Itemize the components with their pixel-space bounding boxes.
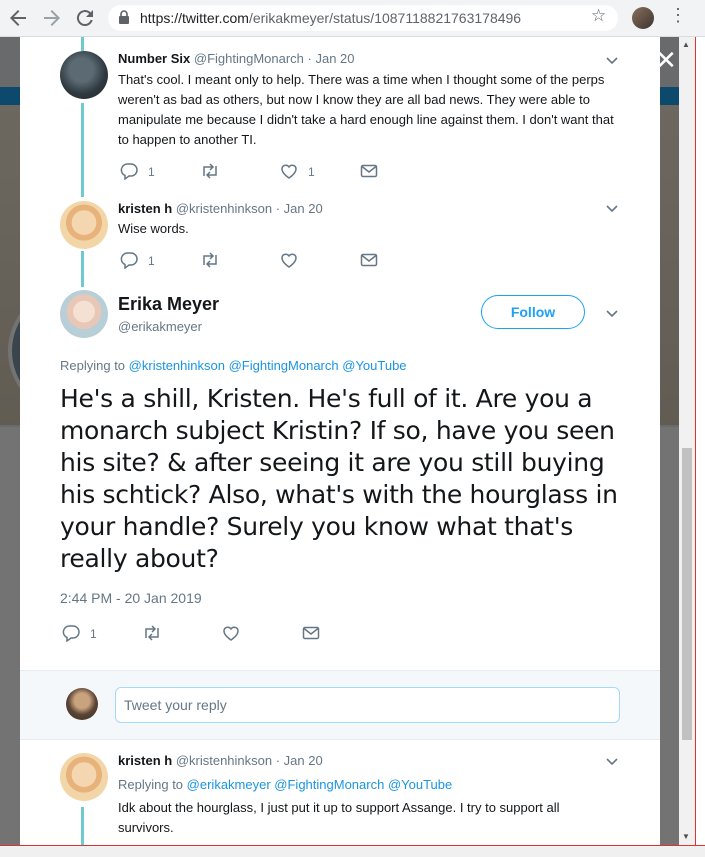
thread-line — [81, 807, 84, 845]
envelope-icon — [360, 253, 378, 267]
avatar[interactable] — [60, 290, 108, 338]
tweet-text: Idk about the hourglass, I just put it u… — [118, 800, 560, 835]
heart-icon — [281, 253, 297, 268]
tweet-date[interactable]: · Jan 20 — [276, 201, 323, 216]
tweet-timestamp[interactable]: 2:44 PM - 20 Jan 2019 — [60, 590, 202, 606]
envelope-icon — [302, 626, 320, 640]
handle[interactable]: @erikakmeyer — [118, 319, 202, 334]
mention-link[interactable]: @FightingMonarch — [229, 358, 339, 373]
display-name[interactable]: kristen h — [118, 753, 172, 768]
retweet-icon — [203, 163, 217, 179]
tweet-date[interactable]: · Jan 20 — [276, 753, 323, 768]
reply-icon — [120, 163, 138, 180]
chevron-down-icon[interactable] — [606, 57, 618, 65]
scroll-down-arrow-icon[interactable]: ▼ — [682, 832, 690, 841]
menu-dots-icon[interactable]: ⋮ — [669, 5, 687, 26]
avatar[interactable] — [60, 201, 108, 249]
browser-toolbar: https://twitter.com/erikakmeyer/status/1… — [0, 0, 705, 37]
window-edge — [695, 37, 705, 857]
tweet-text: Wise words. — [118, 221, 189, 236]
display-name[interactable]: Number Six — [118, 51, 190, 66]
replying-prefix: Replying to — [118, 777, 184, 792]
display-name[interactable]: kristen h — [118, 201, 172, 216]
mention-link[interactable]: @kristenhinkson — [129, 358, 225, 373]
replying-to: Replying to @erikakmeyer @FightingMonarc… — [118, 777, 452, 792]
handle[interactable]: @kristenhinkson — [176, 753, 272, 768]
heart-icon — [281, 164, 297, 179]
thread-line — [81, 37, 84, 51]
reply-icon — [120, 252, 138, 269]
reply-icon — [62, 625, 80, 642]
mention-link[interactable]: @YouTube — [342, 358, 406, 373]
retweet-icon — [203, 252, 217, 268]
tweet-header: kristen h @kristenhinkson · Jan 20 — [118, 201, 323, 216]
scroll-up-arrow-icon[interactable]: ▲ — [682, 40, 690, 49]
handle[interactable]: @kristenhinkson — [176, 201, 272, 216]
reply-count: 1 — [148, 165, 155, 179]
reply-composer: Tweet your reply — [20, 670, 660, 740]
follow-button[interactable]: Follow — [481, 295, 585, 329]
star-icon[interactable]: ☆ — [591, 6, 606, 26]
avatar[interactable] — [60, 753, 108, 801]
url-text: https://twitter.com/erikakmeyer/status/1… — [140, 10, 521, 26]
reply-count: 1 — [90, 627, 97, 641]
mention-link[interactable]: @erikakmeyer — [187, 777, 271, 792]
avatar[interactable] — [60, 51, 108, 99]
reply-count: 1 — [148, 254, 155, 268]
tweet-header: Number Six @FightingMonarch · Jan 20 — [118, 51, 355, 66]
scrollbar-thumb[interactable] — [682, 448, 692, 740]
replying-prefix: Replying to — [60, 358, 126, 373]
envelope-icon — [360, 164, 378, 178]
avatar — [66, 688, 98, 720]
chevron-down-icon[interactable] — [606, 758, 618, 766]
tweet-date[interactable]: · Jan 20 — [308, 51, 355, 66]
forward-arrow-icon[interactable] — [40, 6, 64, 30]
like-count: 1 — [308, 165, 315, 179]
tweet-text: That's cool. I meant only to help. There… — [118, 72, 614, 147]
lock-icon — [118, 10, 130, 24]
profile-avatar[interactable] — [632, 7, 654, 29]
thread-line — [81, 103, 84, 197]
main-tweet-text: He's a shill, Kristen. He's full of it. … — [60, 384, 618, 573]
window-bottom-edge — [0, 845, 705, 857]
display-name[interactable]: Erika Meyer — [118, 294, 219, 315]
handle[interactable]: @FightingMonarch — [194, 51, 304, 66]
tweet-header: kristen h @kristenhinkson · Jan 20 — [118, 753, 323, 768]
url-path: /erikakmeyer/status/1087118821763178496 — [248, 10, 522, 26]
reply-input[interactable]: Tweet your reply — [115, 687, 620, 723]
mention-link[interactable]: @YouTube — [388, 777, 452, 792]
mention-link[interactable]: @FightingMonarch — [274, 777, 384, 792]
heart-icon — [223, 626, 239, 641]
reload-icon[interactable] — [73, 6, 97, 30]
address-bar[interactable]: https://twitter.com/erikakmeyer/status/1… — [108, 5, 618, 31]
chevron-down-icon[interactable] — [606, 310, 618, 318]
url-host: https://twitter.com — [140, 10, 249, 26]
thread-line — [81, 251, 84, 287]
replying-to: Replying to @kristenhinkson @FightingMon… — [60, 358, 407, 373]
retweet-icon — [145, 625, 159, 641]
chevron-down-icon[interactable] — [606, 205, 618, 213]
back-arrow-icon[interactable] — [6, 6, 30, 30]
tweet-modal: Number Six @FightingMonarch · Jan 20 Tha… — [20, 37, 660, 845]
